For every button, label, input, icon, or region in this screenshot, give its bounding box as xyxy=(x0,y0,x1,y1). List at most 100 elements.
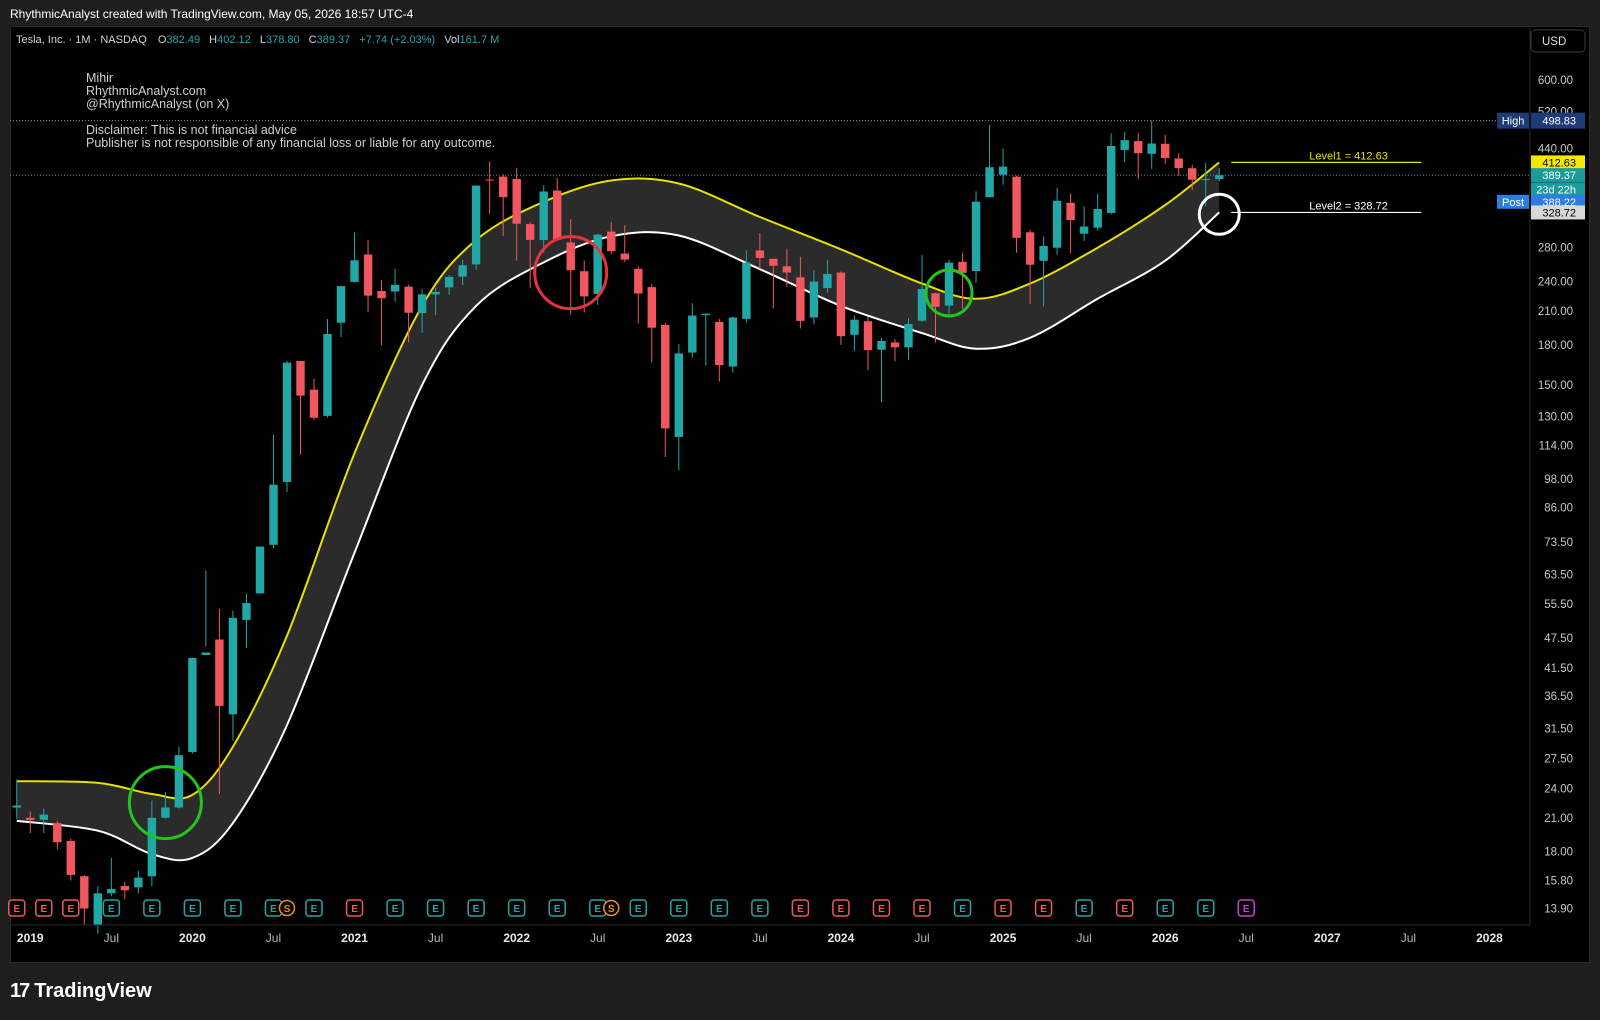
earnings-marker[interactable]: E xyxy=(8,899,26,917)
price-axis-tick-label: 18.00 xyxy=(1544,847,1573,859)
candle[interactable] xyxy=(363,240,373,313)
legend-close-label: C xyxy=(309,34,317,46)
earnings-marker[interactable]: E xyxy=(305,899,323,917)
earnings-marker[interactable]: E xyxy=(143,899,161,917)
earnings-marker[interactable]: E xyxy=(183,899,202,917)
candle[interactable] xyxy=(1120,131,1129,163)
candle[interactable] xyxy=(174,746,184,809)
candle[interactable] xyxy=(93,886,102,934)
candle[interactable] xyxy=(66,838,75,881)
candle[interactable] xyxy=(728,316,738,373)
earnings-marker[interactable]: E xyxy=(751,899,769,917)
earnings-marker[interactable]: E xyxy=(872,899,891,917)
earnings-marker[interactable]: E xyxy=(224,899,242,917)
candle[interactable] xyxy=(120,881,130,900)
candle[interactable] xyxy=(1174,153,1183,176)
earnings-marker[interactable]: E xyxy=(791,899,810,917)
candle[interactable] xyxy=(634,266,643,324)
candle[interactable] xyxy=(485,161,494,215)
earnings-marker[interactable]: E xyxy=(1156,899,1174,917)
candle[interactable] xyxy=(269,434,278,549)
earnings-marker[interactable]: E xyxy=(670,899,688,917)
earnings-marker[interactable]: E xyxy=(629,899,648,917)
candle[interactable] xyxy=(53,820,62,850)
candle-body xyxy=(782,266,792,273)
candle[interactable] xyxy=(255,546,265,594)
currency-button[interactable]: USD xyxy=(1530,29,1586,53)
candle[interactable] xyxy=(296,360,305,455)
split-marker[interactable]: S xyxy=(602,899,620,917)
candle-body xyxy=(647,287,656,328)
event-type-label: E xyxy=(878,904,885,915)
earnings-marker[interactable]: E xyxy=(426,899,445,917)
candle[interactable] xyxy=(107,857,116,897)
earnings-marker[interactable]: E xyxy=(1196,899,1215,917)
candle[interactable] xyxy=(647,284,656,363)
candle[interactable] xyxy=(201,570,211,655)
candle[interactable] xyxy=(390,268,400,302)
earnings-marker[interactable]: E xyxy=(62,899,80,917)
candle[interactable] xyxy=(1093,193,1102,231)
candle[interactable] xyxy=(1066,193,1075,254)
earnings-marker[interactable]: E xyxy=(1115,899,1134,917)
price-chart[interactable]: Level1 = 412.63Level2 = 328.72 EEEEEEEES… xyxy=(0,0,1600,963)
earnings-marker[interactable]: E xyxy=(1034,899,1053,917)
candle[interactable] xyxy=(850,315,859,352)
candle[interactable] xyxy=(1147,120,1156,169)
candle[interactable] xyxy=(80,874,89,925)
tradingview-logo[interactable]: 17 TradingView xyxy=(10,980,152,1003)
candle[interactable] xyxy=(134,870,143,894)
candle[interactable] xyxy=(553,178,562,241)
candle[interactable] xyxy=(661,322,670,457)
earnings-marker[interactable]: E xyxy=(832,899,850,917)
earnings-marker[interactable]: E xyxy=(548,899,566,917)
candle[interactable] xyxy=(350,232,359,283)
earnings-marker[interactable]: E xyxy=(345,899,364,917)
earnings-marker[interactable]: E xyxy=(710,899,729,917)
candle[interactable] xyxy=(228,610,238,741)
earnings-marker[interactable]: E xyxy=(913,899,931,917)
candle[interactable] xyxy=(971,191,981,283)
earnings-marker[interactable]: E xyxy=(507,899,526,917)
candle[interactable] xyxy=(985,125,994,198)
earnings-marker[interactable]: E xyxy=(953,899,972,917)
candle[interactable] xyxy=(674,344,683,471)
candle[interactable] xyxy=(1012,175,1021,253)
candle[interactable] xyxy=(242,593,251,649)
price-tag-value: 412.63 xyxy=(1542,157,1576,169)
candle[interactable] xyxy=(282,360,292,492)
candle[interactable] xyxy=(1052,187,1062,255)
candle[interactable] xyxy=(1107,133,1116,215)
candle[interactable] xyxy=(323,318,332,418)
earnings-marker[interactable]: E xyxy=(1075,899,1093,917)
candle[interactable] xyxy=(336,286,346,337)
candle[interactable] xyxy=(688,303,697,358)
candle-body xyxy=(107,888,116,894)
candle[interactable] xyxy=(863,316,873,371)
candle[interactable] xyxy=(188,657,197,754)
earnings-marker[interactable]: E xyxy=(102,899,121,917)
candle-body xyxy=(188,658,197,753)
candle[interactable] xyxy=(377,279,386,346)
earnings-marker[interactable]: E xyxy=(386,899,404,917)
candle[interactable] xyxy=(1134,133,1143,179)
split-marker[interactable]: S xyxy=(278,899,296,917)
earnings-marker[interactable]: E xyxy=(35,899,53,917)
candle[interactable] xyxy=(471,185,481,270)
earnings-marker[interactable]: E xyxy=(994,899,1012,917)
earnings-marker[interactable]: E xyxy=(1237,899,1256,917)
candle[interactable] xyxy=(836,271,846,345)
candle[interactable] xyxy=(890,339,900,362)
legend-high-value: 402.12 xyxy=(217,34,251,46)
event-type-label: E xyxy=(270,904,277,915)
candle-body xyxy=(471,185,481,265)
candle[interactable] xyxy=(715,318,724,382)
candle[interactable] xyxy=(701,313,710,366)
candle[interactable] xyxy=(877,337,886,403)
candle[interactable] xyxy=(309,378,319,420)
candle[interactable] xyxy=(904,318,913,360)
earnings-marker[interactable]: E xyxy=(467,899,485,917)
candle[interactable] xyxy=(1079,206,1089,241)
candle[interactable] xyxy=(998,148,1008,185)
candle[interactable] xyxy=(1161,134,1170,164)
